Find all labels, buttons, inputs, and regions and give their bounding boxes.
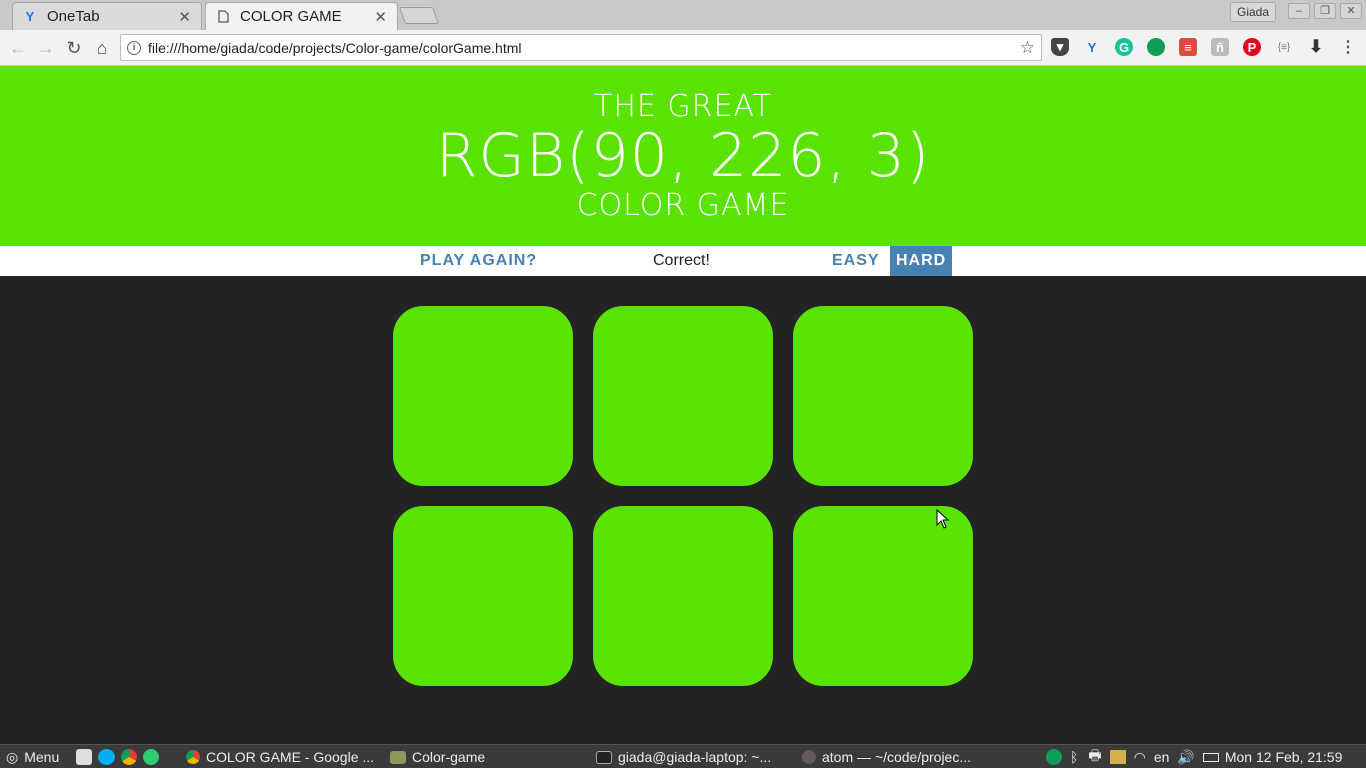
bookmark-star-icon[interactable]: ☆ — [1020, 38, 1035, 58]
window-title: giada@giada-laptop: ~... — [618, 749, 772, 765]
json-viewer-icon[interactable]: {≡} — [1275, 38, 1293, 56]
color-square-3[interactable] — [793, 306, 973, 486]
taskbar-window-chrome[interactable]: COLOR GAME - Google ... — [186, 745, 384, 768]
tab-color-game[interactable]: COLOR GAME ✕ — [205, 2, 398, 30]
tab-title: OneTab — [47, 8, 100, 25]
color-square-6[interactable] — [793, 506, 973, 686]
title-line-1: The Great — [594, 89, 772, 124]
status-message: Correct! — [653, 252, 710, 269]
close-icon[interactable]: ✕ — [374, 8, 387, 26]
address-bar[interactable]: i file:///home/giada/code/projects/Color… — [120, 34, 1042, 61]
system-tray: ᛒ 🖶 ◠ en 🔊 Mon 12 Feb, 21:59 — [1046, 745, 1342, 768]
chrome-icon — [186, 750, 200, 764]
back-icon[interactable]: ← — [6, 36, 30, 60]
window-title: atom — ~/code/projec... — [822, 749, 972, 765]
onetab-extension-icon[interactable]: Y — [1083, 38, 1101, 56]
rgb-display: RGB(90, 226, 3) — [435, 121, 931, 191]
battery-icon[interactable] — [1202, 752, 1219, 762]
window-title: Color-game — [412, 749, 486, 765]
bluetooth-icon[interactable]: ᛒ — [1070, 749, 1078, 765]
url-text[interactable]: file:///home/giada/code/projects/Color-g… — [148, 40, 1020, 56]
download-icon[interactable]: ⬇ — [1307, 37, 1325, 56]
volume-icon[interactable]: 🔊 — [1177, 749, 1194, 766]
color-square-5[interactable] — [593, 506, 773, 686]
menu-label: Menu — [24, 749, 60, 765]
tab-onetab[interactable]: Y OneTab ✕ — [12, 2, 202, 30]
color-square-2[interactable] — [593, 306, 773, 486]
restore-icon[interactable]: ❐ — [1314, 3, 1336, 19]
easy-mode-button[interactable]: Easy — [826, 246, 886, 276]
menu-icon[interactable]: ⋮ — [1339, 38, 1357, 56]
reload-icon[interactable]: ↻ — [62, 36, 86, 60]
page-content: The Great RGB(90, 226, 3) Color Game Pla… — [0, 66, 1366, 744]
printer-icon[interactable]: 🖶 — [1088, 745, 1101, 768]
pinterest-icon[interactable]: P — [1243, 38, 1261, 56]
folder-icon — [390, 750, 406, 764]
hard-mode-button[interactable]: Hard — [890, 246, 953, 276]
window-title: COLOR GAME - Google ... — [206, 749, 375, 765]
control-stripe: Play Again? Correct! Easy Hard — [0, 246, 1366, 276]
hangouts-icon[interactable] — [1147, 38, 1165, 56]
onetab-icon: Y — [25, 9, 35, 24]
game-header: The Great RGB(90, 226, 3) Color Game — [0, 66, 1366, 246]
pocket-icon[interactable]: ▾ — [1051, 38, 1069, 56]
title-line-3: Color Game — [576, 188, 790, 223]
profile-button[interactable]: Giada — [1230, 2, 1277, 22]
terminal-icon — [596, 750, 612, 764]
close-window-icon[interactable]: ✕ — [1340, 3, 1362, 19]
update-manager-icon[interactable] — [1109, 750, 1126, 764]
color-square-1[interactable] — [393, 306, 573, 486]
taskbar-window-folder[interactable]: Color-game — [390, 745, 588, 768]
app-icon[interactable] — [143, 749, 159, 765]
extension-icon[interactable]: ñ — [1211, 38, 1229, 56]
page-icon — [216, 10, 230, 24]
close-icon[interactable]: ✕ — [178, 8, 191, 26]
play-again-button[interactable]: Play Again? — [414, 246, 543, 276]
skype-icon[interactable] — [98, 749, 115, 765]
hangouts-tray-icon[interactable] — [1046, 749, 1062, 765]
grammarly-icon[interactable]: G — [1115, 38, 1133, 56]
todoist-icon[interactable]: ≡ — [1179, 38, 1197, 56]
mint-logo-icon: ◎ — [6, 748, 19, 765]
chrome-icon[interactable] — [121, 749, 137, 765]
quick-launch — [76, 745, 165, 768]
start-menu-button[interactable]: ◎ Menu — [6, 745, 59, 768]
taskbar-window-terminal[interactable]: giada@giada-laptop: ~... — [596, 745, 792, 768]
wifi-icon[interactable]: ◠ — [1134, 749, 1146, 766]
keyboard-language[interactable]: en — [1154, 749, 1170, 765]
minimize-icon[interactable]: – — [1288, 3, 1310, 19]
info-icon[interactable]: i — [127, 40, 141, 55]
atom-icon — [802, 750, 816, 764]
forward-icon[interactable]: → — [34, 36, 58, 60]
file-manager-icon[interactable] — [76, 749, 92, 765]
taskbar-window-atom[interactable]: atom — ~/code/projec... — [802, 745, 1000, 768]
clock[interactable]: Mon 12 Feb, 21:59 — [1225, 749, 1343, 765]
home-icon[interactable]: ⌂ — [90, 36, 114, 60]
new-tab-button[interactable] — [398, 7, 440, 24]
tab-title: COLOR GAME — [240, 8, 342, 25]
color-square-4[interactable] — [393, 506, 573, 686]
browser-tab-strip: Y OneTab ✕ COLOR GAME ✕ Giada – ❐ ✕ — [0, 0, 1366, 30]
taskbar: ◎ Menu COLOR GAME - Google ... Color-gam… — [0, 744, 1366, 768]
